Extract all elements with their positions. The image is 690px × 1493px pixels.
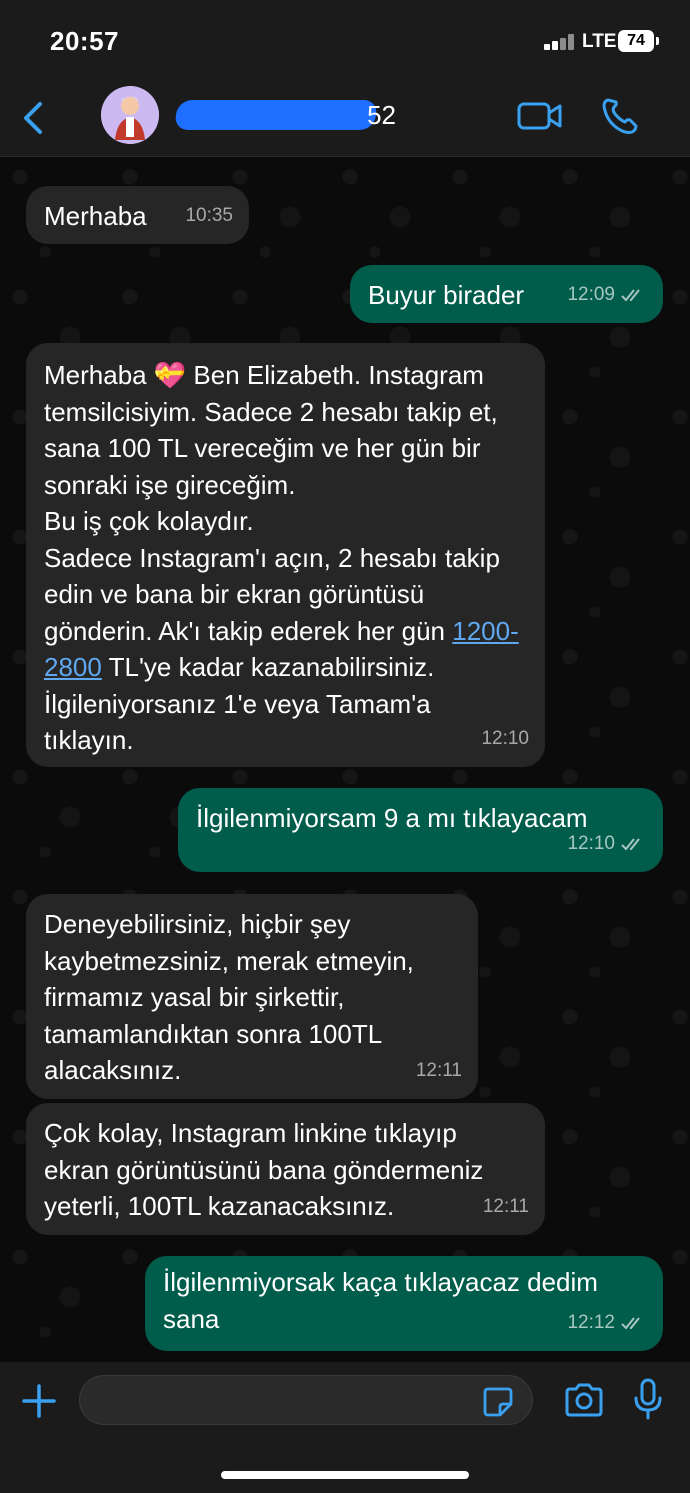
double-check-icon [621, 838, 640, 851]
message-text: Deneyebilirsiniz, hiçbir şey kaybetmezsi… [44, 909, 414, 1085]
double-check-icon [621, 289, 640, 302]
contact-name[interactable]: 52 [173, 96, 416, 132]
message-time-text: 10:35 [185, 204, 233, 226]
message-time: 12:11 [416, 1053, 462, 1090]
chat-header: 52 [0, 80, 690, 157]
message-time-text: 12:11 [415, 1059, 462, 1081]
home-indicator[interactable] [221, 1471, 469, 1479]
sticker-icon[interactable] [482, 1386, 514, 1418]
message-time-text: 12:09 [567, 283, 615, 305]
message-text: Çok kolay, Instagram linkine tıklayıp ek… [44, 1118, 484, 1221]
signal-icon [544, 34, 578, 50]
phone-call-icon[interactable] [600, 96, 640, 136]
plus-icon[interactable] [20, 1382, 58, 1420]
message-outgoing[interactable]: İlgilenmiyorsak kaça tıklayacaz dedim sa… [145, 1256, 663, 1351]
message-meta: 12:09 [567, 277, 647, 314]
message-time: 12:10 [481, 721, 529, 758]
message-time-text: 12:10 [567, 832, 615, 854]
network-type: LTE [582, 31, 617, 52]
redaction-mark [173, 100, 379, 130]
message-outgoing[interactable]: İlgilenmiyorsam 9 a mı tıklayacam 12:10 [178, 788, 663, 872]
message-incoming[interactable]: Merhaba 💝 Ben Elizabeth. Instagram temsi… [26, 343, 545, 767]
video-call-icon[interactable] [517, 100, 563, 132]
message-incoming[interactable]: Deneyebilirsiniz, hiçbir şey kaybetmezsi… [26, 894, 478, 1099]
status-bar: 20:57 LTE 74 [0, 0, 690, 80]
message-meta: 12:12 [567, 1305, 647, 1342]
message-time-text: 12:11 [482, 1195, 529, 1217]
back-chevron-icon[interactable] [18, 98, 48, 138]
message-text: Merhaba 💝 Ben Elizabeth. Instagram temsi… [44, 357, 527, 759]
chat-area: Merhaba 10:35 Buyur birader 12:09 Merhab… [0, 157, 690, 1362]
contact-name-text: 52 [367, 100, 396, 130]
avatar[interactable] [101, 86, 159, 144]
message-time-text: 12:10 [481, 727, 529, 749]
message-meta: 12:10 [567, 826, 647, 863]
message-time: 10:35 [185, 198, 233, 235]
camera-icon[interactable] [563, 1382, 605, 1418]
avatar-person-icon [101, 86, 159, 144]
double-check-icon [621, 1317, 640, 1330]
message-incoming[interactable]: Merhaba 10:35 [26, 186, 249, 244]
message-incoming[interactable]: Çok kolay, Instagram linkine tıklayıp ek… [26, 1103, 545, 1235]
message-time: 12:11 [483, 1189, 529, 1226]
message-outgoing[interactable]: Buyur birader 12:09 [350, 265, 663, 323]
message-time-text: 12:12 [567, 1311, 615, 1333]
microphone-icon[interactable] [633, 1378, 663, 1420]
message-input[interactable] [79, 1375, 533, 1425]
message-text-part: Merhaba 💝 Ben Elizabeth. Instagram temsi… [44, 360, 500, 646]
message-text-part: TL'ye kadar kazanabilirsiniz. İlgileniyo… [44, 652, 435, 755]
battery-icon: 74 [618, 30, 654, 52]
battery-nub [656, 37, 659, 45]
status-time: 20:57 [50, 26, 119, 56]
